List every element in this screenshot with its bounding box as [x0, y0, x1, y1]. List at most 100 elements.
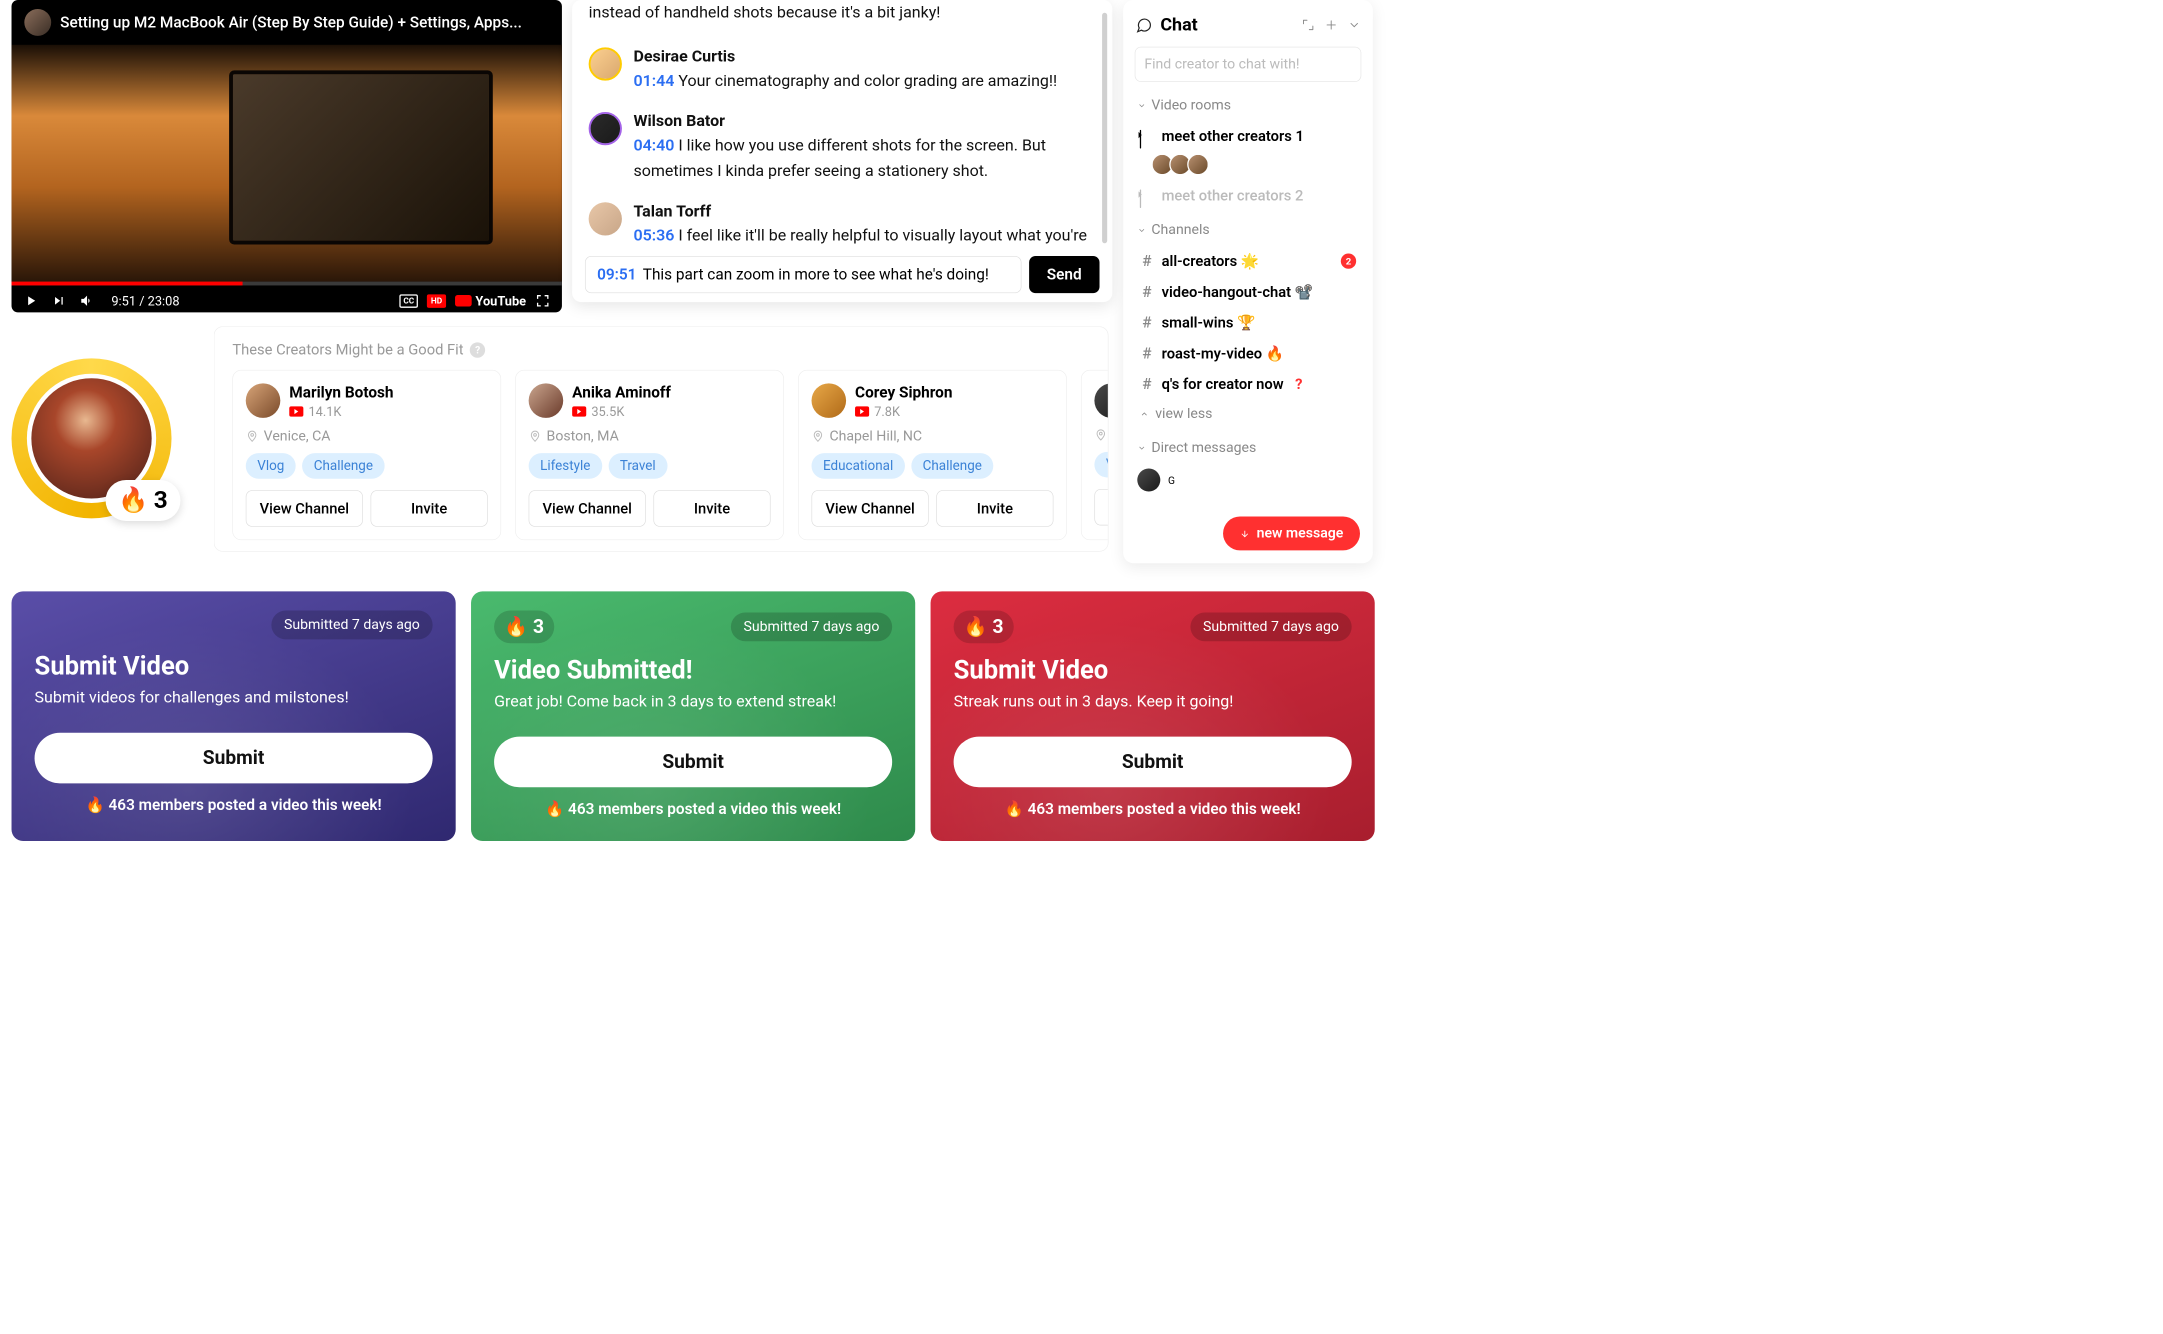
hash-icon: # — [1140, 314, 1154, 332]
new-message-button[interactable]: new message — [1223, 516, 1360, 550]
creator-location: Chapel Hill, NC — [829, 428, 922, 444]
creator-tag[interactable]: Lifestyle — [529, 453, 602, 479]
comment-item: Wilson Bator 04:40 I like how you use di… — [589, 103, 1096, 193]
youtube-icon — [572, 406, 586, 416]
invite-button[interactable]: Invite — [936, 490, 1053, 526]
cc-button[interactable]: CC — [399, 294, 418, 307]
chevron-down-icon[interactable] — [1347, 18, 1361, 32]
hash-icon: # — [1140, 344, 1154, 362]
comment-timestamp[interactable]: 01:44 — [634, 72, 675, 91]
comment-timestamp[interactable]: 04:40 — [634, 136, 675, 155]
video-player[interactable]: Setting up M2 MacBook Air (Step By Step … — [12, 0, 562, 312]
card-streak: 🔥 3 — [954, 611, 1014, 644]
view-channel-button[interactable]: View Channel — [1094, 489, 1108, 525]
creator-tag[interactable]: Vlog — [246, 453, 296, 479]
creator-subs: 7.8K — [874, 404, 900, 419]
submitted-badge: Submitted 7 days ago — [1190, 612, 1351, 641]
comment-avatar[interactable] — [589, 112, 622, 145]
section-dm[interactable]: Direct messages — [1137, 440, 1361, 456]
submitted-badge: Submitted 7 days ago — [271, 611, 432, 640]
submit-button[interactable]: Submit — [954, 737, 1352, 788]
creator-name: Anika Aminoff — [572, 383, 671, 401]
next-icon[interactable] — [51, 293, 66, 308]
profile-ring[interactable]: 🔥 3 — [12, 358, 178, 524]
view-channel-button[interactable]: View Channel — [529, 490, 646, 526]
creator-card: Marilyn Botosh 14.1K Venice, CA VlogChal… — [232, 370, 501, 540]
fire-icon: 🔥 — [118, 486, 148, 514]
profile-streak: 🔥 3 — [106, 480, 181, 521]
video-frame[interactable] — [12, 45, 562, 282]
plus-icon[interactable] — [1324, 18, 1338, 32]
dm-item[interactable]: G — [1135, 463, 1362, 496]
youtube-badge[interactable]: YouTube — [455, 293, 526, 308]
dm-name: G — [1168, 474, 1175, 486]
card-subtext: Submit videos for challenges and milston… — [35, 689, 433, 708]
channel-avatar[interactable] — [24, 9, 51, 36]
channel-item[interactable]: # all-creators 🌟 2 — [1135, 246, 1362, 277]
view-channel-button[interactable]: View Channel — [812, 490, 929, 526]
question-icon: ? — [1295, 375, 1302, 392]
comment-author: Desirae Curtis — [634, 47, 1096, 66]
channel-item[interactable]: # q's for creator now ? — [1135, 369, 1362, 400]
creator-location: Boston, MA — [547, 428, 619, 444]
card-streak: 🔥 3 — [494, 611, 554, 644]
submit-button[interactable]: Submit — [494, 737, 892, 788]
creator-tag[interactable]: Educational — [812, 453, 905, 479]
input-text: This part can zoom in more to see what h… — [643, 266, 989, 284]
comment-input[interactable]: 09:51 This part can zoom in more to see … — [585, 256, 1021, 293]
scrollbar[interactable] — [1102, 13, 1107, 243]
creator-tag[interactable]: Challenge — [302, 453, 384, 479]
creator-tag[interactable]: Travel — [608, 453, 667, 479]
comment-text: Your cinematography and color grading ar… — [679, 72, 1058, 91]
creators-panel: These Creators Might be a Good Fit ? Mar… — [214, 326, 1109, 551]
section-channels[interactable]: Channels — [1137, 222, 1361, 238]
invite-button[interactable]: Invite — [653, 490, 770, 526]
comment-avatar[interactable] — [589, 47, 622, 80]
location-icon — [1094, 428, 1107, 441]
creator-tag[interactable]: Challenge — [911, 453, 993, 479]
help-icon[interactable]: ? — [470, 342, 485, 357]
invite-button[interactable]: Invite — [371, 490, 488, 526]
view-less[interactable]: view less — [1135, 399, 1362, 428]
creator-avatar[interactable] — [1094, 383, 1108, 418]
chat-icon — [1135, 16, 1153, 34]
location-icon — [812, 430, 825, 443]
comments-list[interactable]: instead of handheld shots because it's a… — [572, 0, 1112, 247]
input-timestamp: 09:51 — [597, 266, 636, 284]
channel-label: small-wins 🏆 — [1162, 314, 1256, 331]
submit-card: 🔥 3 Submitted 7 days ago Submit Video St… — [931, 591, 1375, 841]
creator-subs: 35.5K — [591, 404, 624, 419]
location-icon — [246, 430, 259, 443]
play-icon[interactable] — [23, 293, 38, 308]
creator-avatar[interactable] — [246, 383, 281, 418]
channel-item[interactable]: # roast-my-video 🔥 — [1135, 338, 1362, 369]
expand-icon[interactable] — [1301, 18, 1315, 32]
comment-item: Talan Torff 05:36 I feel like it'll be r… — [589, 193, 1096, 247]
submit-button[interactable]: Submit — [35, 733, 433, 784]
progress-bar[interactable] — [12, 282, 562, 286]
card-footer: 🔥 463 members posted a video this week! — [494, 800, 892, 818]
creator-avatar[interactable] — [812, 383, 847, 418]
view-channel-button[interactable]: View Channel — [246, 490, 363, 526]
fullscreen-icon[interactable] — [535, 293, 550, 308]
video-room-2[interactable]: meet other creators 2 — [1135, 180, 1362, 210]
chat-title: Chat — [1160, 14, 1293, 35]
creator-name: Corey Siphron — [855, 383, 952, 401]
creator-card: Corey Siphron 7.8K Chapel Hill, NC Educa… — [798, 370, 1067, 540]
comment-partial: instead of handheld shots because it's a… — [589, 0, 1096, 38]
comment-timestamp[interactable]: 05:36 — [634, 227, 675, 246]
creator-avatar[interactable] — [529, 383, 564, 418]
creator-tag[interactable]: Vlog — [1094, 452, 1108, 478]
channel-item[interactable]: # small-wins 🏆 — [1135, 307, 1362, 338]
video-room-1[interactable]: meet other creators 1 — [1135, 121, 1362, 151]
channel-item[interactable]: # video-hangout-chat 📽️ — [1135, 276, 1362, 307]
hd-button[interactable]: HD — [427, 294, 446, 307]
card-subtext: Streak runs out in 3 days. Keep it going… — [954, 692, 1352, 711]
comment-avatar[interactable] — [589, 202, 622, 235]
channel-label: video-hangout-chat 📽️ — [1162, 283, 1313, 300]
chat-search[interactable]: Find creator to chat with! — [1135, 47, 1362, 82]
section-video-rooms[interactable]: Video rooms — [1137, 97, 1361, 113]
creator-location: Venice, CA — [264, 428, 331, 444]
send-button[interactable]: Send — [1029, 256, 1100, 293]
volume-icon[interactable] — [79, 293, 94, 308]
